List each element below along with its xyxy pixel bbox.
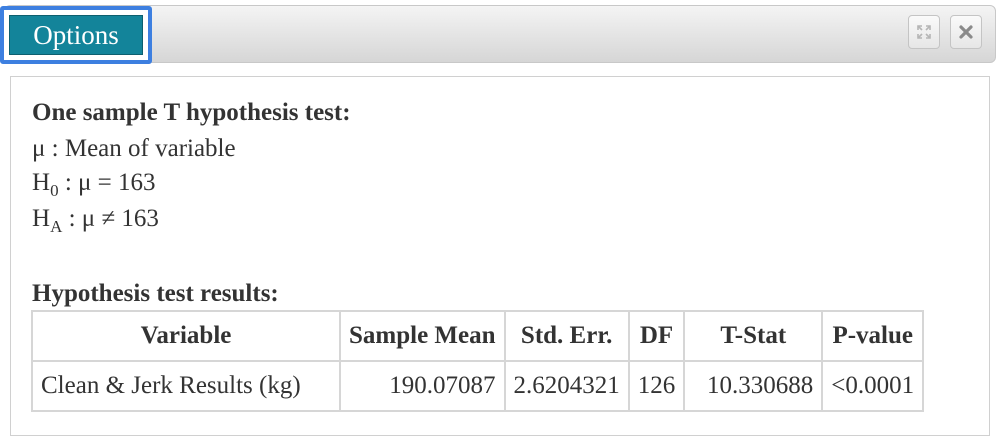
column-header-df: DF (627, 310, 686, 362)
options-button-focus-ring[interactable]: Options (0, 6, 152, 64)
alt-hypothesis-h: H (32, 205, 51, 232)
results-table: Variable Sample Mean Std. Err. DF T-Stat… (31, 310, 925, 412)
close-x-icon (959, 25, 973, 39)
alternative-hypothesis: HA : μ ≠ 163 (32, 205, 159, 237)
results-title: Hypothesis test results: (32, 280, 279, 307)
null-hypothesis-subscript: 0 (50, 181, 59, 200)
output-panel: One sample T hypothesis test: μ : Mean o… (10, 76, 990, 436)
column-header-p-value: P-value (821, 310, 925, 362)
table-header-row: Variable Sample Mean Std. Err. DF T-Stat… (31, 310, 925, 362)
expand-button[interactable] (908, 15, 940, 49)
alt-hypothesis-statement: : μ ≠ 163 (62, 205, 159, 232)
options-window: Options One sample T hypothesis test: μ … (0, 0, 1000, 444)
cell-variable: Clean & Jerk Results (kg) (31, 360, 341, 412)
options-button[interactable]: Options (9, 15, 143, 55)
column-header-sample-mean: Sample Mean (339, 310, 506, 362)
mu-definition: μ : Mean of variable (32, 135, 236, 162)
expand-arrows-icon (917, 25, 931, 39)
cell-df: 126 (627, 360, 686, 412)
table-row: Clean & Jerk Results (kg) 190.07087 2.62… (31, 360, 925, 412)
window-titlebar (4, 5, 996, 63)
cell-std-err: 2.6204321 (503, 360, 630, 412)
test-title: One sample T hypothesis test: (32, 99, 351, 126)
close-button[interactable] (950, 15, 982, 49)
column-header-std-err: Std. Err. (503, 310, 630, 362)
null-hypothesis-statement: : μ = 163 (58, 169, 156, 196)
column-header-t-stat: T-Stat (683, 310, 824, 362)
column-header-variable: Variable (31, 310, 341, 362)
null-hypothesis: H0 : μ = 163 (32, 169, 156, 201)
null-hypothesis-h: H (32, 169, 51, 196)
cell-t-stat: 10.330688 (683, 360, 824, 412)
cell-p-value: <0.0001 (821, 360, 925, 412)
alt-hypothesis-subscript: A (50, 217, 63, 236)
cell-sample-mean: 190.07087 (339, 360, 506, 412)
